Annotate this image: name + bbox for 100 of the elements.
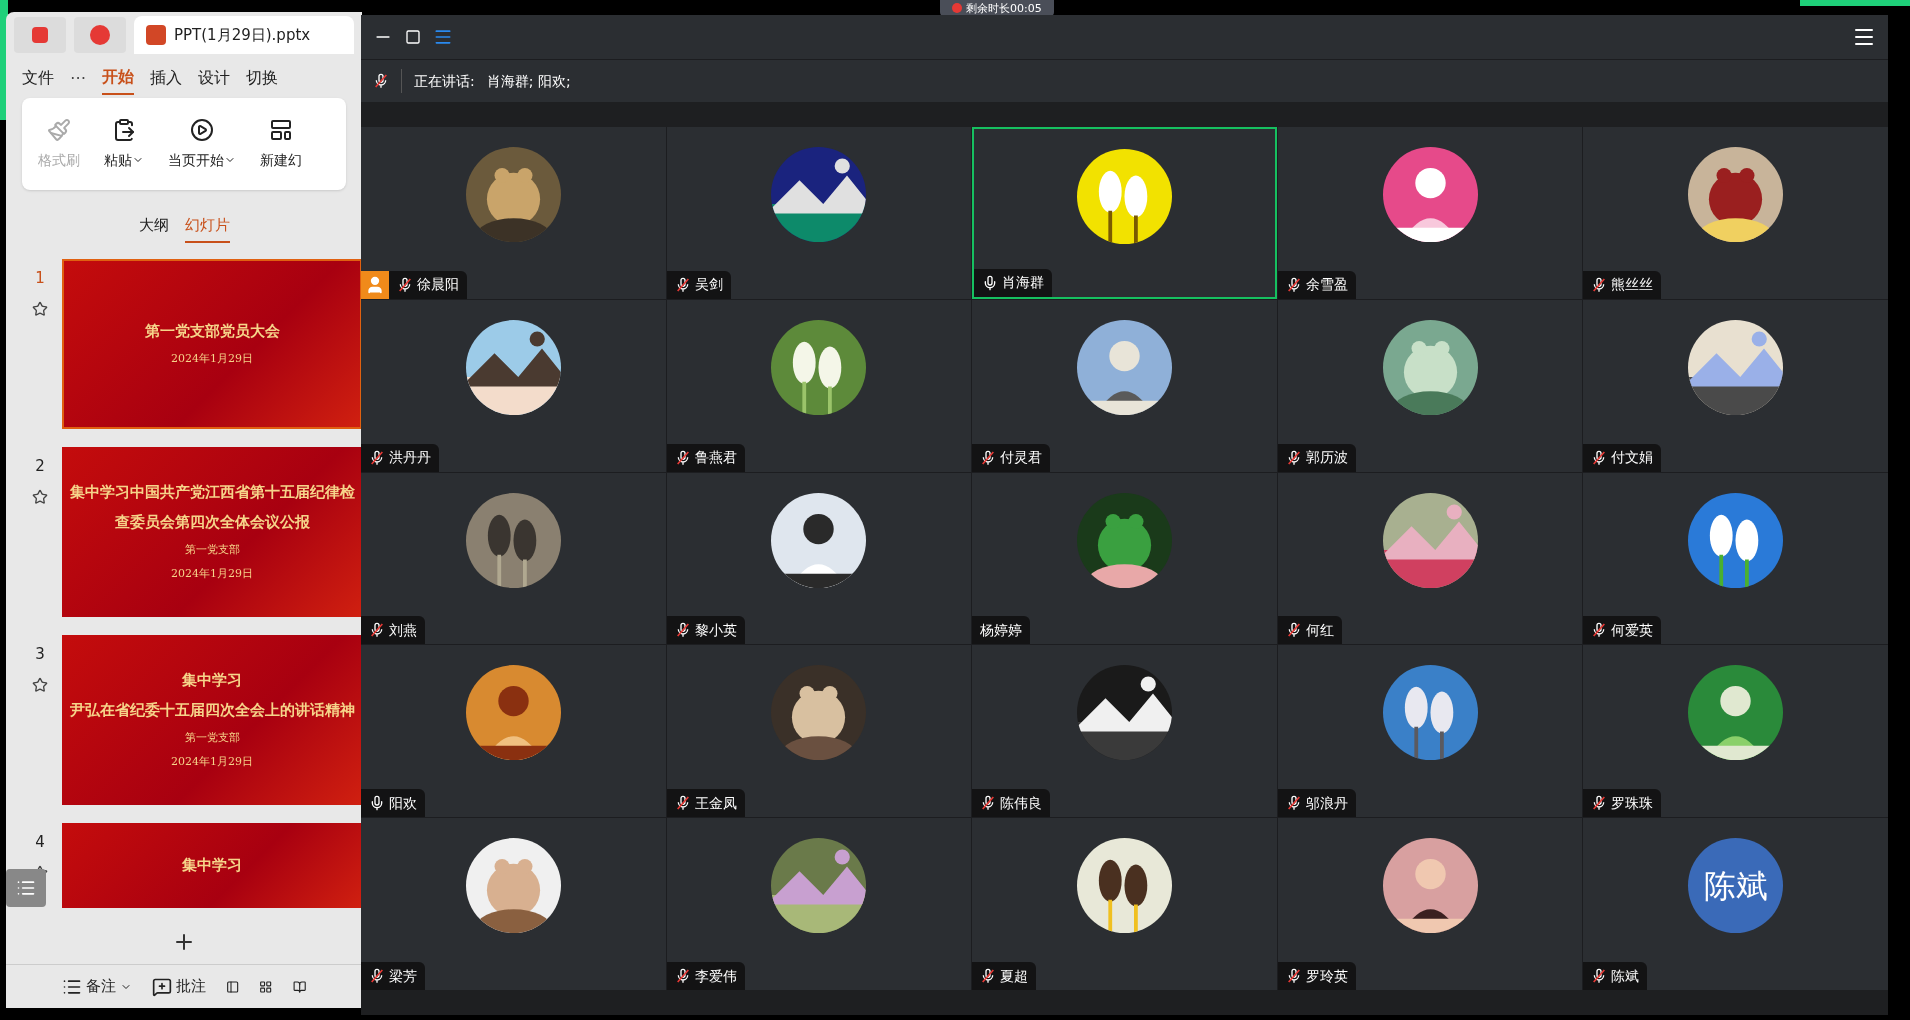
star-icon[interactable]	[32, 677, 48, 693]
participant-tile[interactable]: 何红	[1277, 472, 1583, 645]
slide-subtitle: 第一党支部	[184, 541, 240, 558]
participant-tile[interactable]: 付文娟	[1583, 299, 1888, 472]
name-label: 余雪盈	[1277, 270, 1356, 299]
muted-microphone-icon[interactable]	[980, 795, 997, 812]
participant-tile[interactable]: 吴剑	[666, 127, 972, 299]
muted-microphone-icon[interactable]	[1285, 449, 1302, 466]
muted-microphone-icon[interactable]	[1285, 276, 1302, 293]
more-button[interactable]: ⋯	[70, 66, 86, 90]
name-label: 罗珠珠	[1583, 789, 1662, 818]
slide-thumbnail[interactable]: 集中学习	[62, 822, 362, 908]
participant-tile[interactable]: 夏超	[972, 818, 1277, 990]
participant-tile[interactable]: 罗珠珠	[1583, 645, 1888, 818]
participant-tile[interactable]: 洪丹丹	[361, 299, 666, 472]
muted-microphone-icon[interactable]	[674, 449, 691, 466]
participant-tile[interactable]: 徐晨阳	[361, 127, 666, 299]
panel-tab[interactable]: 幻灯片	[184, 214, 230, 243]
muted-microphone-icon[interactable]	[1591, 795, 1608, 812]
name-label: 陈伟良	[972, 789, 1051, 818]
participant-tile[interactable]: 熊丝丝	[1583, 127, 1888, 299]
participant-tile[interactable]: 付灵君	[972, 299, 1277, 472]
name-label: 黎小英	[666, 616, 745, 645]
slide-number: 2	[35, 455, 45, 477]
speaker-names: 肖海群; 阳欢;	[486, 71, 571, 91]
list-layout-icon[interactable]	[433, 27, 453, 47]
ribbon-button[interactable]: 粘贴	[104, 117, 144, 171]
ribbon-button[interactable]: 新建幻	[260, 117, 302, 171]
muted-microphone-icon[interactable]	[1285, 622, 1302, 639]
muted-microphone-icon[interactable]	[674, 968, 691, 984]
name-label: 陈斌	[1583, 962, 1648, 990]
ribbon-button[interactable]: 当页开始	[168, 117, 236, 171]
slide-thumbnail[interactable]: 集中学习中国共产党江西省第十五届纪律检 查委员会第四次全体会议公报 第一党支部 2024年1月29日	[62, 446, 362, 617]
ribbon-icon	[112, 117, 136, 142]
menu-tab[interactable]: 切换	[246, 62, 278, 94]
ribbon-icon	[269, 117, 293, 142]
name-label: 刘燕	[361, 616, 425, 645]
avatar: 陈斌	[1688, 838, 1784, 934]
name-label: 李爱伟	[666, 962, 745, 990]
name-label: 何爱英	[1583, 616, 1662, 645]
name-label: 杨婷婷	[972, 616, 1031, 645]
star-icon[interactable]	[32, 489, 48, 505]
slide-title: 第一党支部党员大会	[144, 321, 280, 342]
participant-tile[interactable]: 刘燕	[361, 472, 666, 645]
muted-microphone-icon[interactable]	[1285, 968, 1302, 984]
menu-tab[interactable]: 插入	[150, 62, 182, 94]
muted-microphone-icon[interactable]	[373, 73, 389, 89]
menu-tab[interactable]: 文件	[22, 62, 54, 94]
participant-tile[interactable]: 邬浪丹	[1277, 645, 1583, 818]
participant-tile[interactable]: 杨婷婷	[972, 472, 1277, 645]
window-icon[interactable]	[405, 29, 421, 45]
participant-tile[interactable]: 郭历波	[1277, 299, 1583, 472]
slide-thumbnail[interactable]: 第一党支部党员大会 2024年1月29日	[62, 258, 362, 429]
name-label: 熊丝丝	[1583, 270, 1662, 299]
participant-tile[interactable]: 罗玲英	[1277, 818, 1583, 990]
participant-tile[interactable]: 王金凤	[666, 645, 972, 818]
participant-tile[interactable]: 肖海群	[972, 127, 1277, 299]
muted-microphone-icon[interactable]	[1591, 968, 1608, 984]
document-tab[interactable]: PPT(1月29日).pptx	[134, 16, 354, 54]
floating-outline-menu[interactable]	[6, 869, 46, 907]
muted-microphone-icon[interactable]	[980, 968, 997, 984]
slide-subtitle: 2024年1月29日	[171, 754, 253, 770]
participant-tile[interactable]: 陈斌 陈斌	[1583, 818, 1888, 990]
muted-microphone-icon[interactable]	[1285, 795, 1302, 812]
name-label: 何红	[1277, 616, 1342, 645]
star-icon[interactable]	[32, 301, 48, 317]
slide-title: 查委员会第四次全体会议公报	[114, 512, 310, 533]
participant-tile[interactable]: 陈伟良	[972, 645, 1277, 818]
muted-microphone-icon[interactable]	[369, 968, 385, 984]
menu-tab[interactable]: 设计	[198, 62, 230, 94]
menu-tab[interactable]: 开始	[102, 61, 134, 95]
participant-tile[interactable]: 鲁燕君	[666, 299, 972, 472]
muted-microphone-icon[interactable]	[1591, 276, 1608, 293]
muted-microphone-icon[interactable]	[980, 449, 997, 466]
microphone-icon[interactable]	[369, 795, 385, 812]
muted-microphone-icon[interactable]	[674, 276, 691, 293]
muted-microphone-icon[interactable]	[369, 449, 385, 466]
slide-number: 3	[35, 643, 45, 665]
muted-microphone-icon[interactable]	[1591, 449, 1608, 466]
muted-microphone-icon[interactable]	[674, 795, 691, 812]
slide-title: 集中学习中国共产党江西省第十五届纪律检	[69, 481, 355, 503]
name-label: 付文娟	[1583, 443, 1662, 472]
participant-tile[interactable]: 阳欢	[361, 645, 666, 818]
muted-microphone-icon[interactable]	[369, 622, 385, 639]
muted-microphone-icon[interactable]	[1591, 622, 1608, 639]
participant-tile[interactable]: 何爱英	[1583, 472, 1888, 645]
participant-tile[interactable]: 李爱伟	[666, 818, 972, 990]
participant-tile[interactable]: 黎小英	[666, 472, 972, 645]
muted-microphone-icon[interactable]	[397, 276, 413, 293]
name-label: 阳欢	[361, 789, 425, 818]
slide-thumbnail[interactable]: 集中学习 尹弘在省纪委十五届四次全会上的讲话精神 第一党支部 2024年1月29日	[62, 634, 362, 805]
status-button[interactable]: 备注	[62, 975, 132, 998]
participant-tile[interactable]: 余雪盈	[1277, 127, 1583, 299]
slide-title: 集中学习	[182, 854, 242, 876]
status-button[interactable]: 批注	[152, 975, 206, 998]
name-label: 徐晨阳	[389, 270, 467, 299]
muted-microphone-icon[interactable]	[674, 622, 691, 639]
participant-tile[interactable]: 梁芳	[361, 818, 666, 990]
panel-tab[interactable]: 大纲	[138, 214, 169, 243]
slide-number: 4	[35, 831, 45, 853]
